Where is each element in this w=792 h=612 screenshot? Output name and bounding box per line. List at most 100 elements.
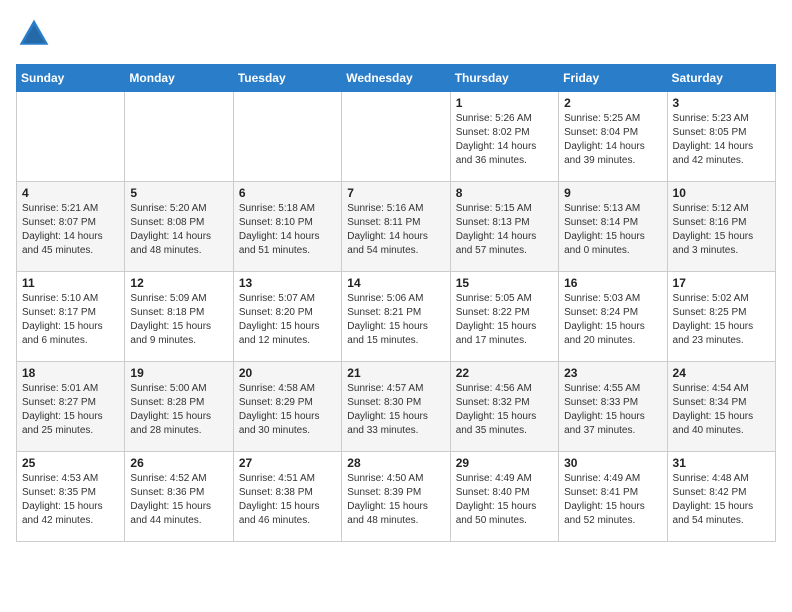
day-info: Sunrise: 4:54 AMSunset: 8:34 PMDaylight:… [673, 382, 770, 438]
sunrise-text: Sunrise: 5:01 AM [22, 382, 119, 396]
day-number: 22 [456, 366, 553, 380]
day-number: 6 [239, 186, 336, 200]
sunset-text: Sunset: 8:35 PM [22, 486, 119, 500]
day-info: Sunrise: 5:05 AMSunset: 8:22 PMDaylight:… [456, 292, 553, 348]
calendar-cell: 5 Sunrise: 5:20 AMSunset: 8:08 PMDaylight… [125, 182, 233, 272]
calendar-cell: 27 Sunrise: 4:51 AMSunset: 8:38 PMDayligh… [233, 452, 341, 542]
calendar-cell: 31Sunrise: 4:48 AMSunset: 8:42 PMDayligh… [667, 452, 775, 542]
day-number: 18 [22, 366, 119, 380]
day-info: Sunrise: 5:26 AMSunset: 8:02 PMDaylight:… [456, 112, 553, 168]
day-number: 8 [456, 186, 553, 200]
sunset-text: Sunset: 8:20 PM [239, 306, 336, 320]
sunset-text: Sunset: 8:34 PM [673, 396, 770, 410]
daylight-text: Daylight: 15 hours and 40 minutes. [673, 410, 770, 438]
calendar-cell: 19 Sunrise: 5:00 AMSunset: 8:28 PMDayligh… [125, 362, 233, 452]
weekday-monday: Monday [125, 65, 233, 92]
calendar-week-4: 18 Sunrise: 5:01 AMSunset: 8:27 PMDayligh… [17, 362, 776, 452]
day-info: Sunrise: 5:18 AMSunset: 8:10 PMDaylight:… [239, 202, 336, 258]
calendar-cell [17, 92, 125, 182]
day-info: Sunrise: 5:00 AMSunset: 8:28 PMDaylight:… [130, 382, 227, 438]
day-info: Sunrise: 4:49 AMSunset: 8:40 PMDaylight:… [456, 472, 553, 528]
weekday-thursday: Thursday [450, 65, 558, 92]
day-info: Sunrise: 4:50 AMSunset: 8:39 PMDaylight:… [347, 472, 444, 528]
sunrise-text: Sunrise: 5:07 AM [239, 292, 336, 306]
weekday-friday: Friday [559, 65, 667, 92]
day-number: 17 [673, 276, 770, 290]
daylight-text: Daylight: 15 hours and 37 minutes. [564, 410, 661, 438]
daylight-text: Daylight: 15 hours and 15 minutes. [347, 320, 444, 348]
sunset-text: Sunset: 8:22 PM [456, 306, 553, 320]
day-number: 10 [673, 186, 770, 200]
day-info: Sunrise: 5:25 AMSunset: 8:04 PMDaylight:… [564, 112, 661, 168]
day-number: 28 [347, 456, 444, 470]
sunrise-text: Sunrise: 5:21 AM [22, 202, 119, 216]
logo [16, 16, 58, 52]
day-number: 24 [673, 366, 770, 380]
sunrise-text: Sunrise: 5:09 AM [130, 292, 227, 306]
day-number: 30 [564, 456, 661, 470]
sunset-text: Sunset: 8:07 PM [22, 216, 119, 230]
sunrise-text: Sunrise: 5:05 AM [456, 292, 553, 306]
day-number: 15 [456, 276, 553, 290]
day-number: 16 [564, 276, 661, 290]
calendar-cell: 23Sunrise: 4:55 AMSunset: 8:33 PMDayligh… [559, 362, 667, 452]
sunset-text: Sunset: 8:16 PM [673, 216, 770, 230]
daylight-text: Daylight: 14 hours and 54 minutes. [347, 230, 444, 258]
weekday-header-row: SundayMondayTuesdayWednesdayThursdayFrid… [17, 65, 776, 92]
daylight-text: Daylight: 15 hours and 33 minutes. [347, 410, 444, 438]
calendar-week-2: 4 Sunrise: 5:21 AMSunset: 8:07 PM Daylight… [17, 182, 776, 272]
sunset-text: Sunset: 8:40 PM [456, 486, 553, 500]
calendar-cell: 17Sunrise: 5:02 AMSunset: 8:25 PMDayligh… [667, 272, 775, 362]
calendar-cell [342, 92, 450, 182]
day-info: Sunrise: 5:01 AMSunset: 8:27 PMDaylight:… [22, 382, 119, 438]
calendar-cell: 13Sunrise: 5:07 AMSunset: 8:20 PMDayligh… [233, 272, 341, 362]
daylight-text: Daylight: 15 hours and 48 minutes. [347, 500, 444, 528]
sunrise-text: Sunrise: 5:18 AM [239, 202, 336, 216]
daylight-text: Daylight: 15 hours and 52 minutes. [564, 500, 661, 528]
daylight-text: Daylight: 14 hours and 57 minutes. [456, 230, 553, 258]
daylight-text: Daylight: 15 hours and 54 minutes. [673, 500, 770, 528]
sunrise-text: Sunrise: 4:55 AM [564, 382, 661, 396]
sunset-text: Sunset: 8:39 PM [347, 486, 444, 500]
sunrise-text: Sunrise: 5:16 AM [347, 202, 444, 216]
day-number: 27 [239, 456, 336, 470]
sunset-text: Sunset: 8:25 PM [673, 306, 770, 320]
day-number: 20 [239, 366, 336, 380]
sunset-text: Sunset: 8:30 PM [347, 396, 444, 410]
daylight-text: Daylight: 15 hours and 35 minutes. [456, 410, 553, 438]
sunset-text: Sunset: 8:11 PM [347, 216, 444, 230]
day-number: 1 [456, 96, 553, 110]
day-info: Sunrise: 4:49 AMSunset: 8:41 PMDaylight:… [564, 472, 661, 528]
calendar-cell: 16 Sunrise: 5:03 AMSunset: 8:24 PMDayligh… [559, 272, 667, 362]
sunset-text: Sunset: 8:33 PM [564, 396, 661, 410]
day-number: 29 [456, 456, 553, 470]
day-info: Sunrise: 5:23 AMSunset: 8:05 PMDaylight:… [673, 112, 770, 168]
calendar-cell: 1 Sunrise: 5:26 AMSunset: 8:02 PMDaylight… [450, 92, 558, 182]
day-number: 13 [239, 276, 336, 290]
daylight-text: Daylight: 15 hours and 20 minutes. [564, 320, 661, 348]
day-info: Sunrise: 5:20 AMSunset: 8:08 PMDaylight:… [130, 202, 227, 258]
day-info: Sunrise: 5:09 AMSunset: 8:18 PMDaylight:… [130, 292, 227, 348]
weekday-saturday: Saturday [667, 65, 775, 92]
calendar-cell [125, 92, 233, 182]
sunrise-text: Sunrise: 5:13 AM [564, 202, 661, 216]
sunrise-text: Sunrise: 5:23 AM [673, 112, 770, 126]
day-info: Sunrise: 5:12 AMSunset: 8:16 PMDaylight:… [673, 202, 770, 258]
sunrise-text: Sunrise: 5:00 AM [130, 382, 227, 396]
day-info: Sunrise: 4:58 AMSunset: 8:29 PMDaylight:… [239, 382, 336, 438]
logo-icon [16, 16, 52, 52]
day-number: 5 [130, 186, 227, 200]
calendar-cell: 12 Sunrise: 5:09 AMSunset: 8:18 PMDayligh… [125, 272, 233, 362]
day-number: 2 [564, 96, 661, 110]
sunrise-text: Sunrise: 5:26 AM [456, 112, 553, 126]
day-info: Sunrise: 5:03 AMSunset: 8:24 PMDaylight:… [564, 292, 661, 348]
day-info: Sunrise: 4:51 AMSunset: 8:38 PMDaylight:… [239, 472, 336, 528]
day-info: Sunrise: 5:16 AMSunset: 8:11 PMDaylight:… [347, 202, 444, 258]
calendar-cell [233, 92, 341, 182]
sunrise-text: Sunrise: 4:51 AM [239, 472, 336, 486]
weekday-wednesday: Wednesday [342, 65, 450, 92]
day-number: 19 [130, 366, 227, 380]
day-number: 4 [22, 186, 119, 200]
day-number: 11 [22, 276, 119, 290]
day-number: 12 [130, 276, 227, 290]
